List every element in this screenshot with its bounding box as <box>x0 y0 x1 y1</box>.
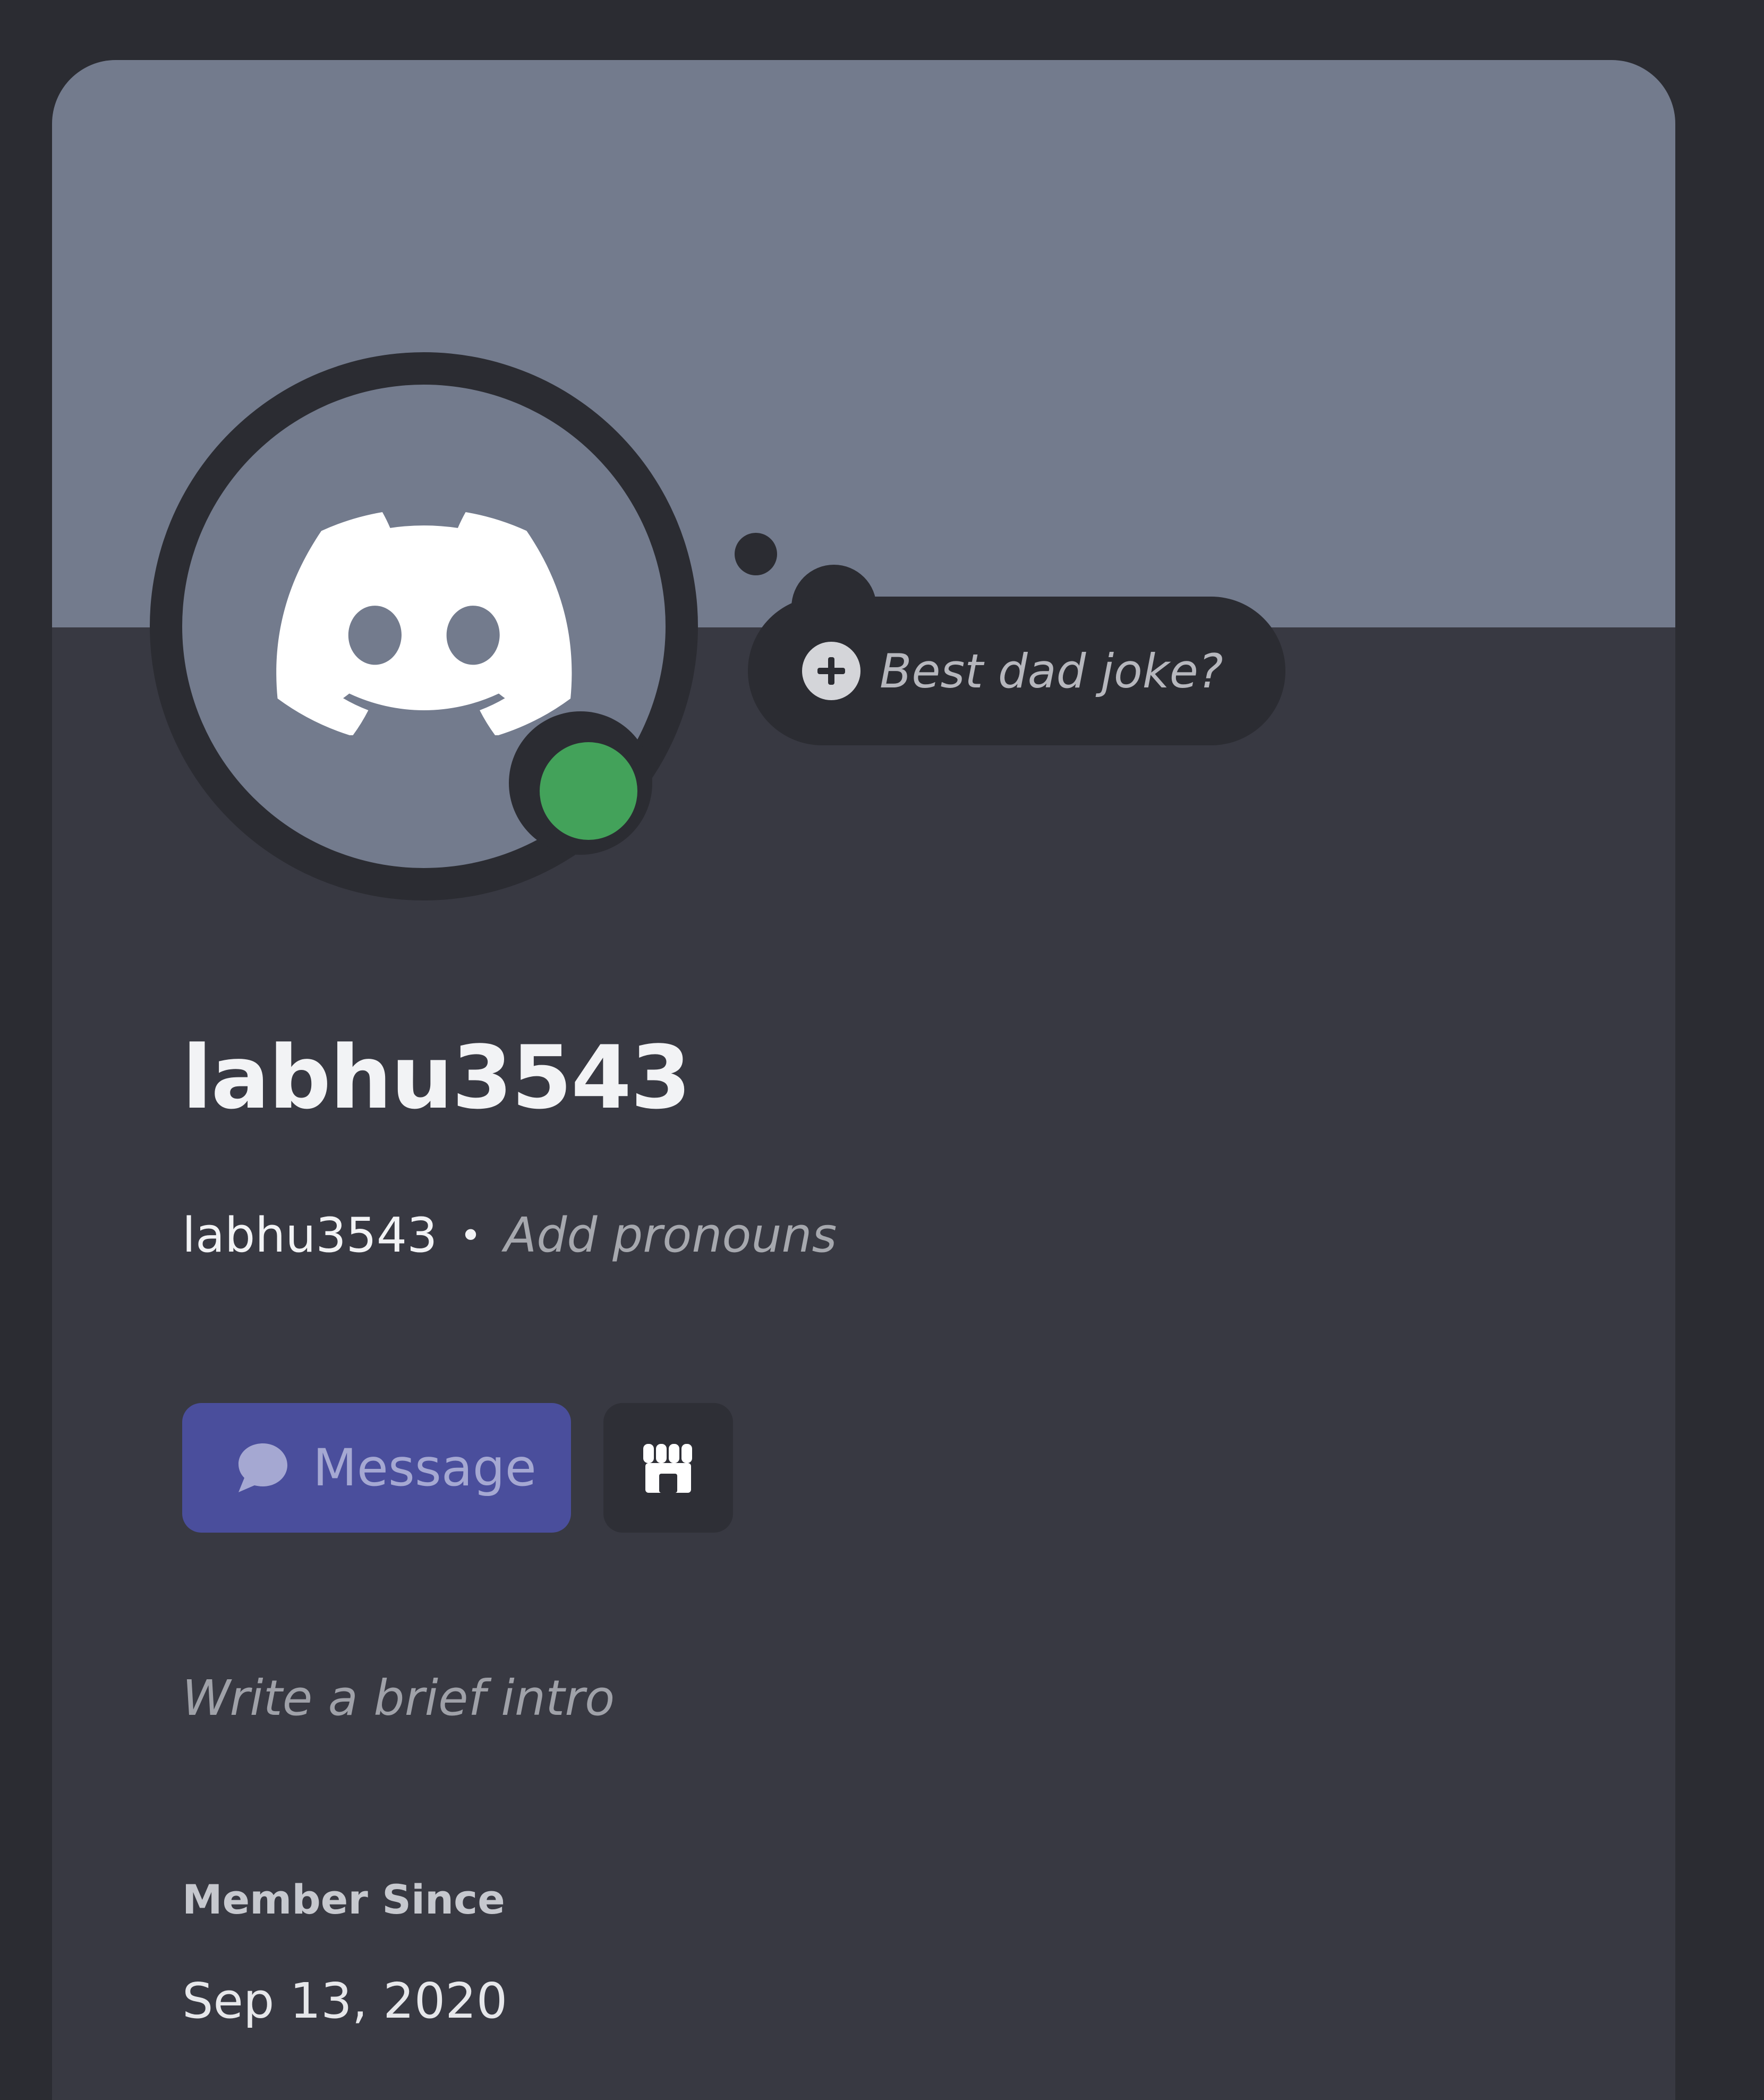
display-name: labhu3543 <box>182 1027 691 1128</box>
username: labhu3543 <box>182 1208 438 1263</box>
add-pronouns-link[interactable]: Add pronouns <box>504 1208 837 1263</box>
shop-button[interactable] <box>603 1403 733 1533</box>
profile-card: Best dad joke? labhu3543 labhu3543 • Add… <box>52 60 1675 2100</box>
plus-icon <box>802 642 860 700</box>
member-since-label: Member Since <box>182 1876 505 1923</box>
status-bubble[interactable]: Best dad joke? <box>748 597 1285 745</box>
shop-icon <box>643 1444 692 1493</box>
chat-bubble-icon <box>238 1443 287 1492</box>
message-button[interactable]: Message <box>182 1403 571 1533</box>
online-status-dot <box>540 742 637 840</box>
separator-dot: • <box>459 1213 482 1257</box>
message-button-label: Message <box>313 1438 536 1498</box>
discord-logo-icon <box>276 512 572 735</box>
member-since-date: Sep 13, 2020 <box>182 1973 508 2029</box>
bio-input[interactable]: Write a brief intro <box>182 1670 615 1727</box>
thought-bubble-dot-small <box>735 533 777 575</box>
status-bubble-prompt: Best dad joke? <box>880 643 1223 699</box>
username-line: labhu3543 • Add pronouns <box>182 1208 837 1263</box>
